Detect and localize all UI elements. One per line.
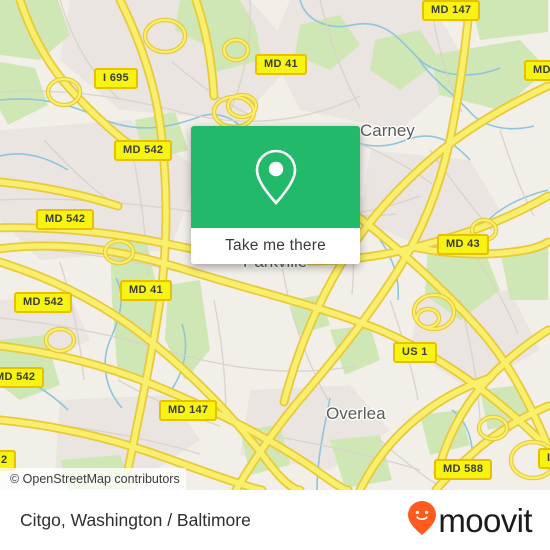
road-shield-md-542-upper[interactable]: MD 542	[114, 140, 173, 161]
map-canvas[interactable]: Carney Parkville Overlea MD 147 I 695 MD…	[0, 0, 550, 490]
moovit-smiley-pin-icon	[407, 500, 437, 541]
road-shield-md-542-edge[interactable]: MD 542	[0, 367, 45, 388]
road-shield-md-147-north[interactable]: MD 147	[422, 0, 481, 21]
take-me-there-label: Take me there	[225, 237, 326, 254]
moovit-place-map-screen: Carney Parkville Overlea MD 147 I 695 MD…	[0, 0, 550, 550]
place-popup-card[interactable]: Take me there	[191, 126, 360, 264]
road-shield-md-588[interactable]: MD 588	[434, 459, 493, 480]
road-shield-us-1[interactable]: US 1	[393, 342, 437, 363]
road-shield-md-147-south[interactable]: MD 147	[159, 400, 218, 421]
road-shield-md-43[interactable]: MD 43	[437, 234, 489, 255]
road-shield-md-4-edge[interactable]: MD 4	[524, 60, 550, 81]
road-shield-md-542-left[interactable]: MD 542	[36, 209, 95, 230]
road-shield-interstate-edge[interactable]: I	[538, 448, 550, 469]
road-shield-md-41-north[interactable]: MD 41	[255, 54, 307, 75]
moovit-brand-logo[interactable]: moovit	[407, 500, 533, 541]
footer-bar: Citgo, Washington / Baltimore moovit	[0, 490, 550, 550]
road-shield-i-695[interactable]: I 695	[94, 68, 138, 89]
place-label-carney: Carney	[360, 121, 415, 140]
moovit-wordmark: moovit	[438, 501, 532, 539]
take-me-there-button[interactable]: Take me there	[191, 228, 360, 264]
road-shield-md-542-lower[interactable]: MD 542	[14, 292, 73, 313]
popup-hero	[191, 126, 360, 228]
map-pin-icon	[253, 148, 299, 206]
place-title: Citgo, Washington / Baltimore	[20, 509, 251, 530]
place-label-overlea: Overlea	[326, 404, 386, 423]
road-shield-md-41-mid[interactable]: MD 41	[120, 280, 172, 301]
osm-attribution[interactable]: © OpenStreetMap contributors	[0, 468, 186, 490]
